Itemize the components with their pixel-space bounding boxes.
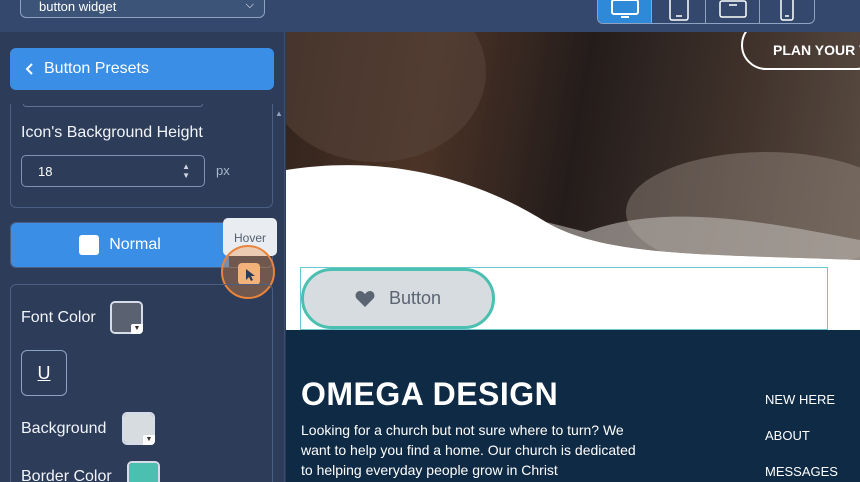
- chevron-left-icon: [25, 63, 33, 75]
- border-color-label: Border Color: [21, 468, 112, 482]
- icon-bg-height-value: 18: [38, 164, 53, 179]
- preview-button-label: Button: [388, 288, 442, 308]
- tablet-view-button[interactable]: [652, 0, 706, 23]
- dropdown-corner-icon: ▼: [143, 435, 155, 445]
- plan-your-visit-button[interactable]: PLAN YOUR V: [741, 32, 860, 70]
- presets-label: Button Presets: [44, 60, 149, 77]
- normal-state-checkbox: [79, 235, 100, 255]
- underline-toggle-button[interactable]: U: [21, 350, 67, 396]
- mobile-view-button[interactable]: [760, 0, 814, 23]
- tablet-landscape-icon: [718, 0, 747, 18]
- footer-nav: NEW HERE ABOUT MESSAGES: [765, 392, 838, 482]
- chevron-down-icon: ⌵: [245, 0, 254, 11]
- unit-label: px: [216, 163, 230, 178]
- tablet-landscape-view-button[interactable]: [706, 0, 760, 23]
- nav-link-messages[interactable]: MESSAGES: [765, 464, 838, 482]
- icon-bg-height-input[interactable]: 18 ▲ ▼: [21, 155, 205, 187]
- mobile-icon: [780, 0, 794, 21]
- desktop-view-button[interactable]: [598, 0, 652, 23]
- top-bar: button widget ⌵: [0, 0, 860, 32]
- nav-link-new-here[interactable]: NEW HERE: [765, 392, 838, 428]
- previous-input-edge: [23, 104, 203, 107]
- cursor-icon: [246, 269, 255, 281]
- border-color-fill: [129, 463, 158, 482]
- normal-state-tab[interactable]: Normal: [11, 223, 229, 267]
- nav-link-about[interactable]: ABOUT: [765, 428, 838, 464]
- font-color-label: Font Color: [21, 309, 96, 326]
- icon-height-card: Icon's Background Height 18 ▲ ▼ px: [10, 104, 273, 208]
- button-presets-back-button[interactable]: Button Presets: [10, 48, 274, 90]
- icon-bg-height-label: Icon's Background Height: [21, 124, 203, 141]
- settings-panel: Button Presets Icon's Background Height …: [0, 32, 285, 482]
- site-footer: OMEGA DESIGN Looking for a church but no…: [286, 330, 860, 482]
- preview-canvas: PLAN YOUR V Button OMEGA DESIGN Looking …: [286, 32, 860, 482]
- normal-state-label: Normal: [109, 236, 161, 253]
- hover-state-icon[interactable]: [238, 263, 260, 285]
- stepper-icon[interactable]: ▲ ▼: [182, 162, 190, 180]
- dropdown-corner-icon: ▼: [131, 324, 143, 334]
- device-switcher: [597, 0, 815, 24]
- preview-button-widget[interactable]: Button: [301, 268, 495, 329]
- font-color-swatch[interactable]: ▼: [110, 301, 143, 334]
- widget-type-select[interactable]: button widget ⌵: [20, 0, 265, 18]
- background-label: Background: [21, 420, 107, 437]
- desktop-icon: [610, 0, 639, 18]
- border-color-swatch[interactable]: [127, 461, 160, 482]
- heart-icon: [355, 290, 375, 307]
- footer-blurb: Looking for a church but not sure where …: [301, 422, 636, 478]
- widget-select-value: button widget: [39, 0, 117, 14]
- hero-wave-divider: [286, 165, 860, 272]
- tablet-icon: [668, 0, 689, 21]
- brand-heading: OMEGA DESIGN: [301, 376, 559, 412]
- scrollbar-up-arrow[interactable]: ▲: [275, 109, 283, 118]
- background-color-swatch[interactable]: ▼: [122, 412, 155, 445]
